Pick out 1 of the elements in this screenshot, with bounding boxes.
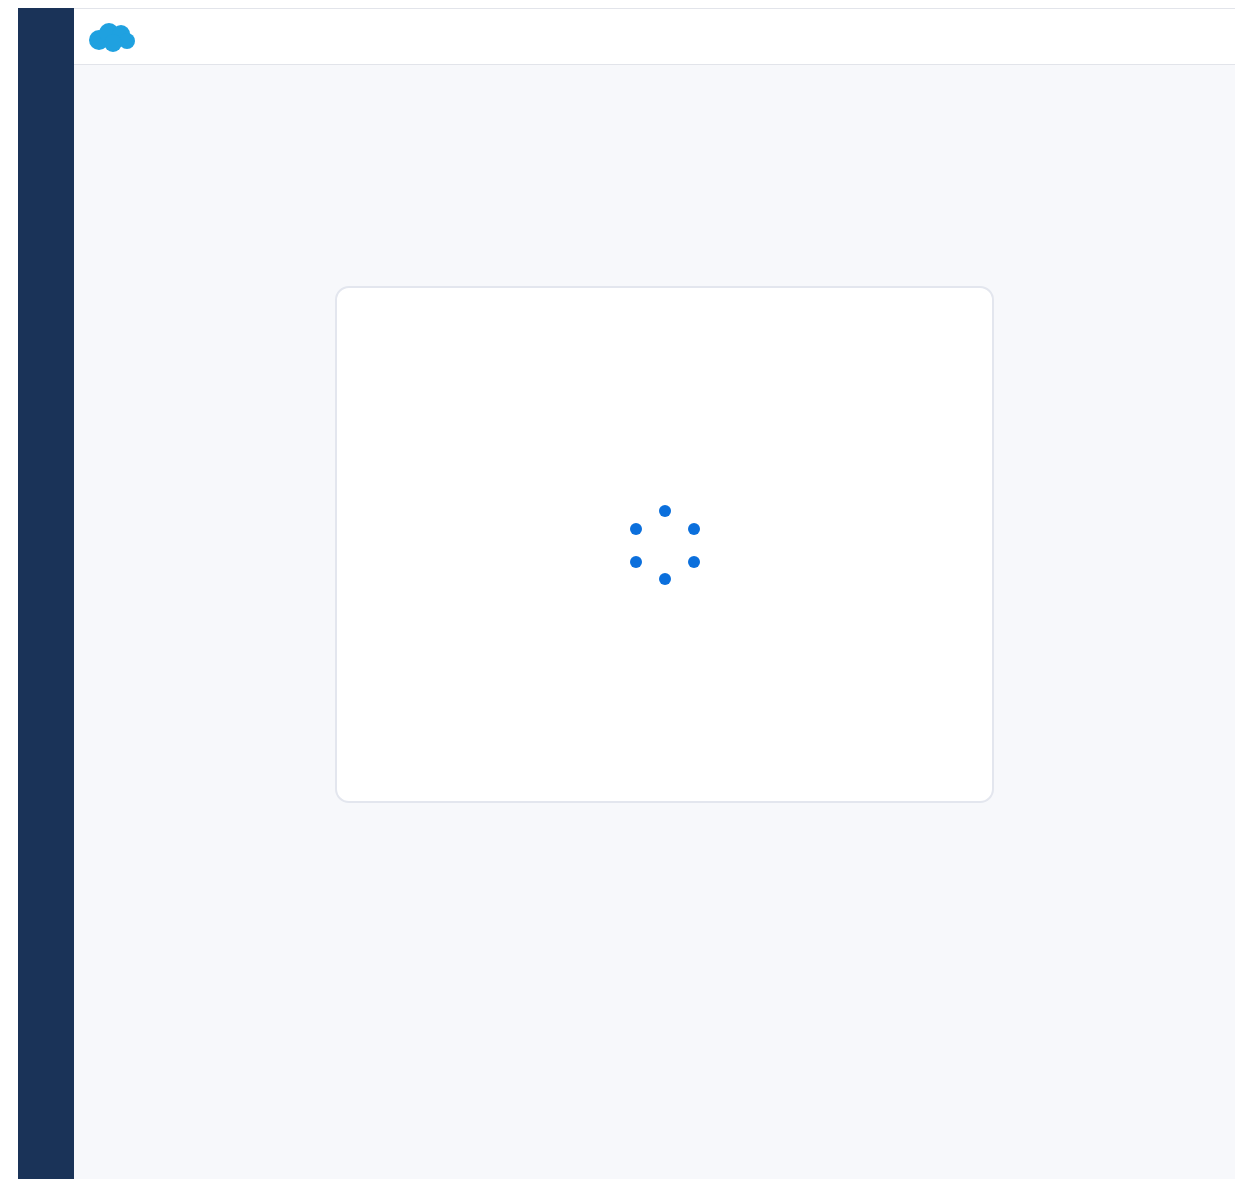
loading-spinner-icon [628,502,701,587]
